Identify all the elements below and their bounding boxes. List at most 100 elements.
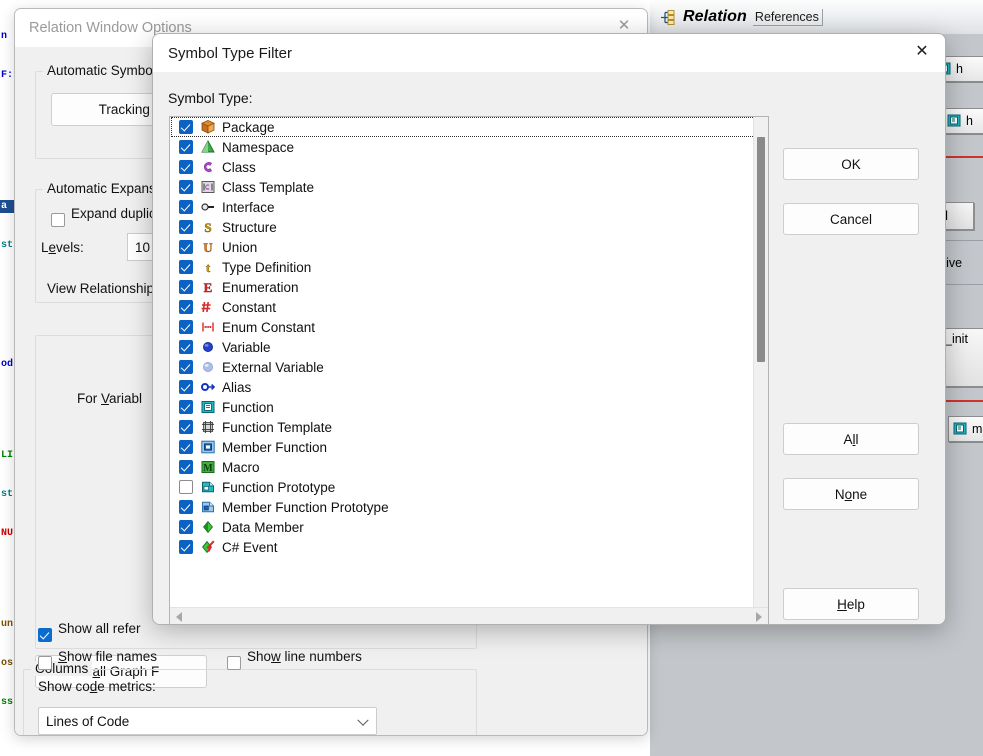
member-function-prototype-icon: [200, 499, 216, 515]
symbol-type-checkbox[interactable]: [179, 120, 193, 134]
symbol-type-row[interactable]: S Structure: [170, 217, 754, 237]
symbol-type-row[interactable]: M Macro: [170, 457, 754, 477]
symbol-type-checkbox[interactable]: [179, 340, 193, 354]
symbol-type-label-text: Function Template: [222, 419, 333, 435]
symbol-type-row[interactable]: U Union: [170, 237, 754, 257]
chevron-down-icon: [357, 714, 369, 726]
symbol-type-checkbox[interactable]: [179, 420, 193, 434]
ok-label: OK: [841, 156, 861, 172]
symbol-type-label-text: Structure: [222, 219, 277, 235]
symbol-type-checkbox[interactable]: [179, 200, 193, 214]
symbol-type-checkbox[interactable]: [179, 520, 193, 534]
csharp-event-icon: [200, 539, 216, 555]
arrow-left-icon[interactable]: [176, 611, 182, 622]
symbol-type-row[interactable]: Member Function: [170, 437, 754, 457]
svg-text:E: E: [204, 280, 213, 295]
structure-icon: S: [200, 219, 216, 236]
symbol-type-row[interactable]: Package: [170, 117, 754, 137]
symbol-type-checkbox[interactable]: [179, 440, 193, 454]
enum-constant-icon: [200, 319, 216, 335]
symbol-type-checkbox[interactable]: [179, 360, 193, 374]
symbol-type-checkbox[interactable]: [179, 460, 193, 474]
ok-button[interactable]: OK: [783, 148, 919, 180]
symbol-type-label-text: Namespace: [222, 139, 295, 155]
symbol-type-filter-dialog[interactable]: Symbol Type Filter ✕ Symbol Type: Packag…: [152, 33, 946, 625]
symbol-type-list[interactable]: Package Namespace Class Class Template Inter…: [170, 117, 754, 608]
symbol-type-row[interactable]: Class: [170, 157, 754, 177]
show-file-names-label: Show file names: [58, 649, 158, 664]
symbol-type-checkbox[interactable]: [179, 400, 193, 414]
symbol-type-row[interactable]: E Enumeration: [170, 277, 754, 297]
levels-label: Levels:: [41, 240, 84, 255]
show-all-references-checkbox[interactable]: [38, 628, 52, 642]
relation-tab-subtitle: References: [752, 8, 823, 26]
symbol-type-row[interactable]: Function Prototype: [170, 477, 754, 497]
symbol-type-label-text: Macro: [222, 459, 260, 475]
code-metrics-value: Lines of Code: [46, 713, 130, 729]
enumeration-icon: E: [200, 279, 216, 295]
help-label: Help: [837, 596, 865, 612]
symbol-type-checkbox[interactable]: [179, 240, 193, 254]
symbol-type-row[interactable]: Namespace: [170, 137, 754, 157]
graph-node[interactable]: _init: [940, 328, 983, 387]
symbol-type-checkbox[interactable]: [179, 140, 193, 154]
symbol-type-row[interactable]: Data Member: [170, 517, 754, 537]
expand-duplicates-checkbox[interactable]: [51, 213, 65, 227]
modal-titlebar: Symbol Type Filter ✕: [153, 34, 945, 72]
symbol-type-checkbox[interactable]: [179, 300, 193, 314]
symbol-type-checkbox[interactable]: [179, 260, 193, 274]
graph-node[interactable]: m: [948, 416, 983, 442]
symbol-type-row[interactable]: t Type Definition: [170, 257, 754, 277]
symbol-type-checkbox[interactable]: [179, 280, 193, 294]
symbol-type-row[interactable]: Constant: [170, 297, 754, 317]
symbol-type-row[interactable]: Variable: [170, 337, 754, 357]
symbol-type-checkbox[interactable]: [179, 540, 193, 554]
for-variable-label: For Variabl: [77, 391, 143, 406]
graph-node[interactable]: h: [942, 108, 983, 134]
automatic-expansion-legend: Automatic Expans: [43, 181, 160, 196]
symbol-type-label-text: Type Definition: [222, 259, 312, 275]
symbol-type-label-text: Enum Constant: [222, 319, 316, 335]
symbol-type-checkbox[interactable]: [179, 220, 193, 234]
symbol-type-checkbox[interactable]: [179, 160, 193, 174]
alias-icon: [200, 379, 216, 395]
symbol-type-row[interactable]: External Variable: [170, 357, 754, 377]
symbol-type-row[interactable]: Function Template: [170, 417, 754, 437]
show-all-references-label: Show all refer: [58, 621, 141, 636]
variable-icon: [200, 339, 216, 355]
symbol-type-row[interactable]: Enum Constant: [170, 317, 754, 337]
symbol-type-row[interactable]: Function: [170, 397, 754, 417]
function-template-icon: [200, 419, 216, 435]
show-line-numbers-label: Show line numbers: [247, 649, 362, 664]
vertical-scrollbar-thumb[interactable]: [757, 136, 765, 363]
symbol-type-row[interactable]: Class Template: [170, 177, 754, 197]
symbol-type-row[interactable]: Interface: [170, 197, 754, 217]
symbol-type-row[interactable]: C# Event: [170, 537, 754, 557]
symbol-type-checkbox[interactable]: [179, 320, 193, 334]
horizontal-scrollbar[interactable]: [170, 607, 768, 624]
relation-tab[interactable]: Relation References: [658, 5, 829, 29]
arrow-right-icon[interactable]: [756, 611, 762, 622]
levels-value: 10: [135, 239, 151, 255]
cancel-button[interactable]: Cancel: [783, 203, 919, 235]
symbol-type-label-text: Member Function Prototype: [222, 499, 389, 515]
class-template-icon: [200, 179, 216, 195]
code-metrics-select[interactable]: Lines of Code: [38, 707, 377, 735]
show-line-numbers-checkbox[interactable]: [227, 656, 241, 670]
symbol-type-checkbox[interactable]: [179, 180, 193, 194]
none-button[interactable]: None: [783, 478, 919, 510]
symbol-type-checkbox[interactable]: [179, 480, 193, 494]
cancel-label: Cancel: [829, 211, 873, 227]
symbol-type-checkbox[interactable]: [179, 500, 193, 514]
symbol-type-row[interactable]: Alias: [170, 377, 754, 397]
function-icon: [200, 399, 216, 415]
vertical-scrollbar[interactable]: [753, 117, 768, 608]
close-icon[interactable]: ✕: [899, 34, 945, 67]
symbol-type-label-text: C# Event: [222, 539, 278, 555]
symbol-type-checkbox[interactable]: [179, 380, 193, 394]
help-button[interactable]: Help: [783, 588, 919, 620]
all-button[interactable]: All: [783, 423, 919, 455]
show-file-names-checkbox[interactable]: [38, 656, 52, 670]
symbol-type-listbox[interactable]: Package Namespace Class Class Template Inter…: [169, 116, 769, 624]
symbol-type-row[interactable]: Member Function Prototype: [170, 497, 754, 517]
